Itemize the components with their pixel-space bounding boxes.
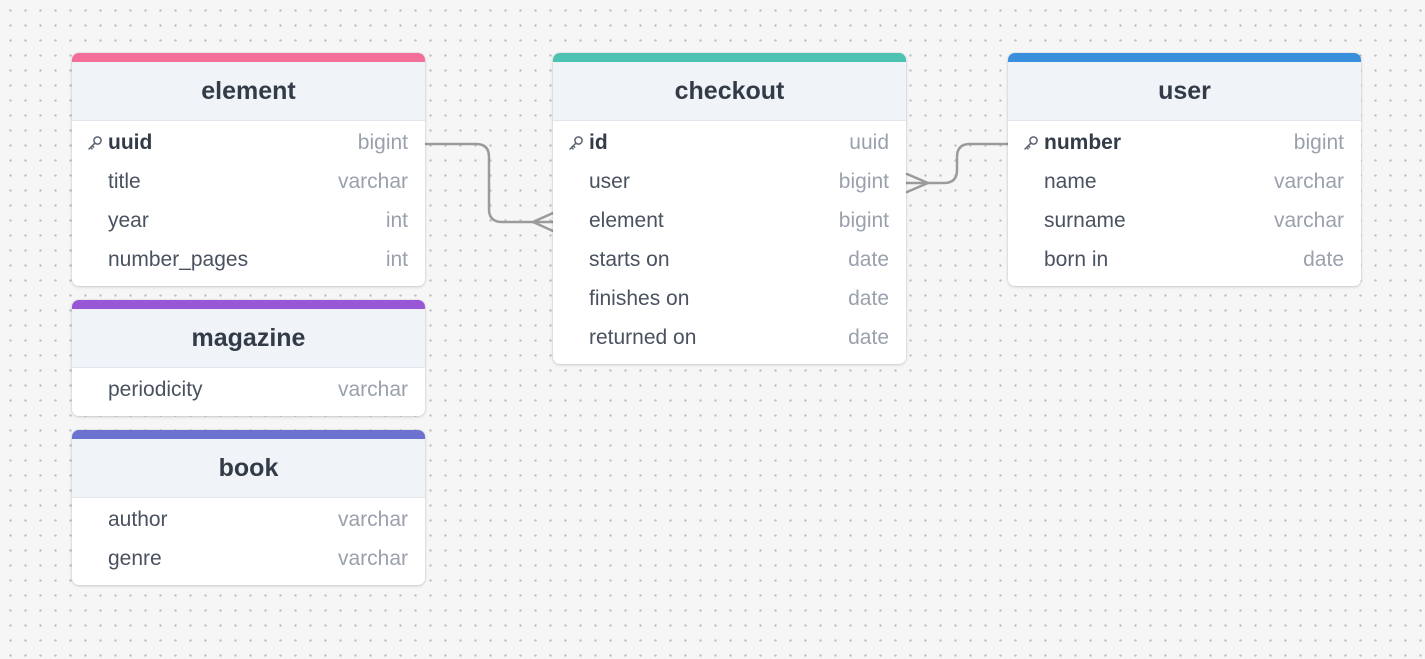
field-row-id[interactable]: id uuid (553, 123, 906, 162)
table-color-bar (72, 300, 425, 309)
table-color-bar (72, 53, 425, 62)
field-name: starts on (589, 247, 670, 271)
field-row-born-in[interactable]: born in date (1008, 240, 1361, 279)
key-icon (569, 136, 583, 150)
field-type: bigint (357, 130, 408, 154)
field-name: number (1044, 130, 1122, 154)
field-row-uuid[interactable]: uuid bigint (72, 123, 425, 162)
field-row-returned-on[interactable]: returned on date (553, 318, 906, 357)
crows-foot-icon (531, 211, 555, 233)
field-row-name[interactable]: name varchar (1008, 162, 1361, 201)
field-type: date (848, 286, 889, 310)
crows-foot-icon (905, 172, 930, 194)
key-icon (88, 136, 102, 150)
field-name: name (1044, 169, 1097, 193)
field-name: born in (1044, 247, 1109, 271)
field-row-number-pages[interactable]: number_pages int (72, 240, 425, 279)
diagram-canvas[interactable]: element uuid bigint title varchar year i… (0, 0, 1425, 659)
field-name: genre (108, 546, 162, 570)
table-title: element (201, 76, 296, 105)
field-row-number[interactable]: number bigint (1008, 123, 1361, 162)
field-type: uuid (849, 130, 889, 154)
field-type: varchar (1273, 169, 1344, 193)
field-row-element[interactable]: element bigint (553, 201, 906, 240)
field-type: date (848, 247, 889, 271)
relationship-line[interactable] (424, 142, 556, 224)
field-type: bigint (1293, 130, 1344, 154)
field-row-finishes-on[interactable]: finishes on date (553, 279, 906, 318)
field-name: surname (1044, 208, 1126, 232)
relationship-line[interactable] (904, 142, 1010, 185)
field-row-year[interactable]: year int (72, 201, 425, 240)
table-title: user (1158, 76, 1211, 105)
table-element[interactable]: element uuid bigint title varchar year i… (72, 53, 425, 286)
field-name: uuid (108, 130, 153, 154)
field-name: user (589, 169, 630, 193)
field-type: bigint (838, 208, 889, 232)
key-icon (1024, 136, 1038, 150)
table-header[interactable]: checkout (553, 62, 906, 121)
table-header[interactable]: user (1008, 62, 1361, 121)
field-type: varchar (337, 377, 408, 401)
relationship-element-checkout[interactable] (424, 142, 556, 233)
field-type: varchar (337, 169, 408, 193)
field-row-genre[interactable]: genre varchar (72, 539, 425, 578)
table-header[interactable]: element (72, 62, 425, 121)
field-name: returned on (589, 325, 697, 349)
field-name: periodicity (108, 377, 203, 401)
table-user[interactable]: user number bigint name varchar surname … (1008, 53, 1361, 286)
field-name: title (108, 169, 141, 193)
field-name: id (589, 130, 608, 154)
field-name: year (108, 208, 149, 232)
table-header[interactable]: magazine (72, 309, 425, 368)
table-title: checkout (674, 76, 785, 105)
field-type: date (848, 325, 889, 349)
table-magazine[interactable]: magazine periodicity varchar (72, 300, 425, 416)
relationship-user-checkout[interactable] (904, 142, 1010, 194)
field-type: varchar (337, 507, 408, 531)
table-title: book (218, 453, 279, 482)
field-type: int (385, 247, 408, 271)
table-color-bar (72, 430, 425, 439)
table-header[interactable]: book (72, 439, 425, 498)
field-row-author[interactable]: author varchar (72, 500, 425, 539)
field-name: finishes on (589, 286, 690, 310)
field-row-user[interactable]: user bigint (553, 162, 906, 201)
table-color-bar (1008, 53, 1361, 62)
field-type: varchar (1273, 208, 1344, 232)
field-type: date (1303, 247, 1344, 271)
field-row-starts-on[interactable]: starts on date (553, 240, 906, 279)
table-color-bar (553, 53, 906, 62)
table-checkout[interactable]: checkout id uuid user bigint element big… (553, 53, 906, 364)
field-type: int (385, 208, 408, 232)
field-row-title[interactable]: title varchar (72, 162, 425, 201)
field-name: number_pages (108, 247, 249, 271)
field-name: author (108, 507, 168, 531)
field-row-periodicity[interactable]: periodicity varchar (72, 370, 425, 409)
field-row-surname[interactable]: surname varchar (1008, 201, 1361, 240)
table-title: magazine (191, 323, 306, 352)
field-type: varchar (337, 546, 408, 570)
field-name: element (589, 208, 664, 232)
field-type: bigint (838, 169, 889, 193)
table-book[interactable]: book author varchar genre varchar (72, 430, 425, 585)
